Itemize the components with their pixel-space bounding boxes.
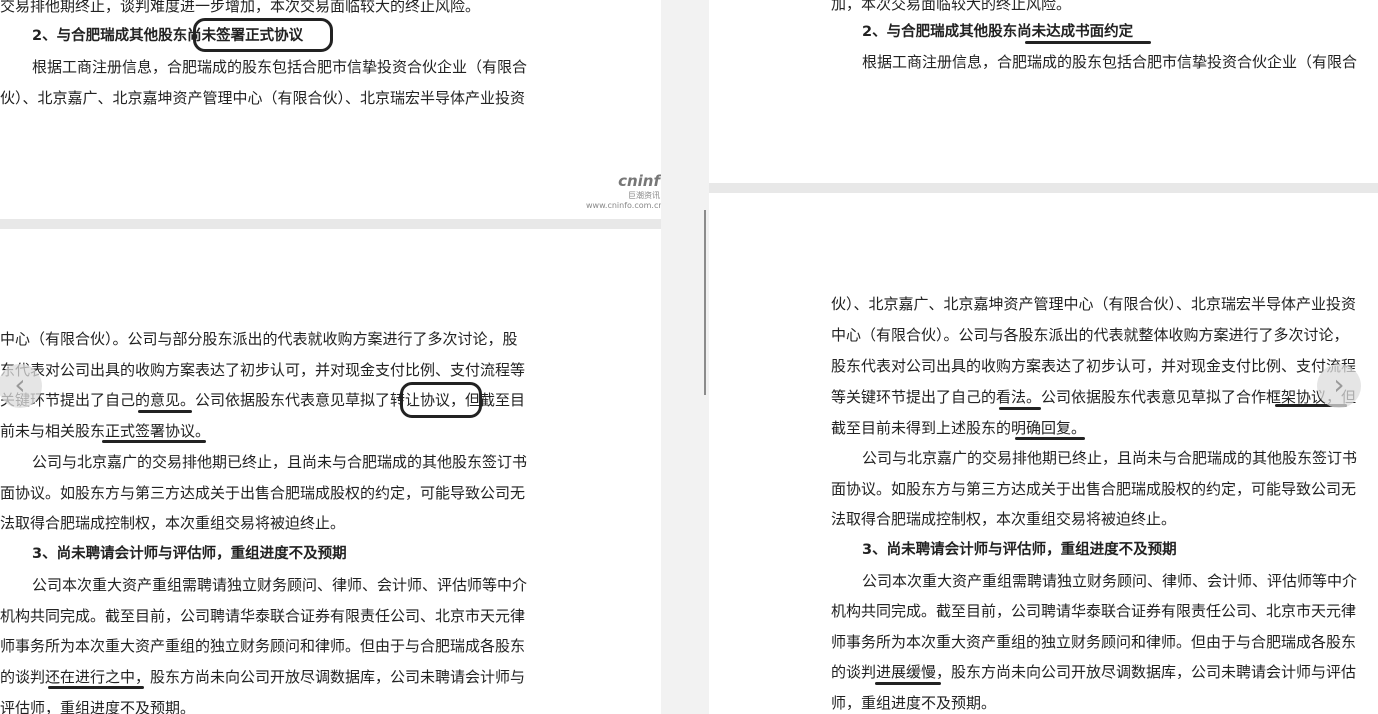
split-divider-handle[interactable]: [704, 210, 706, 395]
text-line: 根据工商注册信息，合肥瑞成的股东包括合肥市信挚投资合伙企业（有限合: [32, 58, 528, 76]
red-circle-annotation: [193, 18, 333, 52]
text-line: 面协议。如股东方与第三方达成关于出售合肥瑞成股权的约定，可能导致公司无: [831, 480, 1357, 498]
prev-page-button[interactable]: ‹: [0, 364, 42, 408]
pane-gutter: [661, 0, 709, 714]
red-underline-annotation: [102, 440, 206, 443]
text-line: 伙）、北京嘉广、北京嘉坤资产管理中心（有限合伙）、北京瑞宏半导体产业投资: [0, 89, 526, 107]
cninf-watermark: cninf 巨潮资讯 www.cninfo.com.cn: [586, 172, 661, 210]
text-line: 机构共同完成。截至目前，公司聘请华泰联合证券有限责任公司、北京市天元律: [831, 602, 1357, 620]
text-line: 前未与相关股东正式签署协议。: [0, 422, 211, 440]
blue-underline-annotation: [1025, 41, 1151, 44]
next-page-button[interactable]: ›: [1317, 364, 1361, 408]
text-line: 公司与北京嘉广的交易排他期已终止，且尚未与合肥瑞成的其他股东签订书: [32, 453, 528, 471]
section-heading: 3、尚未聘请会计师与评估师，重组进度不及预期: [32, 546, 347, 562]
red-circle-annotation: [400, 382, 482, 418]
blue-underline-annotation: [875, 682, 941, 685]
text-line: 中心（有限合伙）。公司与部分股东派出的代表就收购方案进行了多次讨论，股: [0, 330, 518, 348]
text-line: 师事务所为本次重大资产重组的独立财务顾问和律师。但由于与合肥瑞成各股东: [0, 637, 526, 655]
cninf-url: www.cninfo.com.cn: [586, 201, 661, 210]
left-document-pane[interactable]: 交易排他期终止，谈判难度进一步增加，本次交易面临较大的终止风险。 2、与合肥瑞成…: [0, 0, 661, 714]
page-separator: [709, 183, 1378, 193]
blue-underline-annotation: [999, 407, 1041, 410]
text-line: 公司本次重大资产重组需聘请独立财务顾问、律师、会计师、评估师等中介: [862, 572, 1358, 590]
text-line: 伙）、北京嘉广、北京嘉坤资产管理中心（有限合伙）、北京瑞宏半导体产业投资: [831, 295, 1357, 313]
text-line: 根据工商注册信息，合肥瑞成的股东包括合肥市信挚投资合伙企业（有限合: [862, 53, 1358, 71]
text-line: 东代表对公司出具的收购方案表达了初步认可，并对现金支付比例、支付流程等: [0, 361, 526, 379]
text-line: 中心（有限合伙）。公司与各股东派出的代表就整体收购方案进行了多次讨论，: [831, 326, 1349, 344]
text-line: 机构共同完成。截至目前，公司聘请华泰联合证券有限责任公司、北京市天元律: [0, 607, 526, 625]
page-separator: [0, 219, 661, 229]
text-line: 股东代表对公司出具的收购方案表达了初步认可，并对现金支付比例、支付流程: [831, 357, 1357, 375]
text-line: 交易排他期终止，谈判难度进一步增加，本次交易面临较大的终止风险。: [0, 0, 481, 15]
text-line: 面协议。如股东方与第三方达成关于出售合肥瑞成股权的约定，可能导致公司无: [0, 484, 526, 502]
text-line: 师，重组进度不及预期。: [831, 694, 997, 712]
red-underline-annotation: [138, 410, 192, 413]
cninf-logo: cninf: [618, 172, 660, 190]
section-heading: 2、与合肥瑞成其他股东尚未达成书面约定: [862, 24, 1134, 40]
text-line: 的谈判进展缓慢，股东方尚未向公司开放尽调数据库，公司未聘请会计师与评估: [831, 663, 1357, 681]
right-document-pane[interactable]: 加，本次交易面临较大的终止风险。 2、与合肥瑞成其他股东尚未达成书面约定 根据工…: [709, 0, 1378, 714]
text-line: 评估师，重组进度不及预期。: [0, 699, 196, 714]
red-underline-annotation: [48, 686, 144, 689]
text-line: 法取得合肥瑞成控制权，本次重组交易将被迫终止。: [0, 514, 346, 532]
blue-underline-annotation: [1015, 437, 1085, 440]
section-heading: 3、尚未聘请会计师与评估师，重组进度不及预期: [862, 542, 1177, 558]
cninf-subtitle: 巨潮资讯: [628, 191, 660, 200]
text-line: 加，本次交易面临较大的终止风险。: [831, 0, 1072, 13]
text-line: 截至目前未得到上述股东的明确回复。: [831, 419, 1087, 437]
text-line: 师事务所为本次重大资产重组的独立财务顾问和律师。但由于与合肥瑞成各股东: [831, 633, 1357, 651]
text-line: 公司与北京嘉广的交易排他期已终止，且尚未与合肥瑞成的其他股东签订书: [862, 449, 1358, 467]
text-line: 公司本次重大资产重组需聘请独立财务顾问、律师、会计师、评估师等中介: [32, 576, 528, 594]
text-line: 法取得合肥瑞成控制权，本次重组交易将被迫终止。: [831, 510, 1177, 528]
text-line: 的谈判还在进行之中，股东方尚未向公司开放尽调数据库，公司未聘请会计师与: [0, 668, 526, 686]
